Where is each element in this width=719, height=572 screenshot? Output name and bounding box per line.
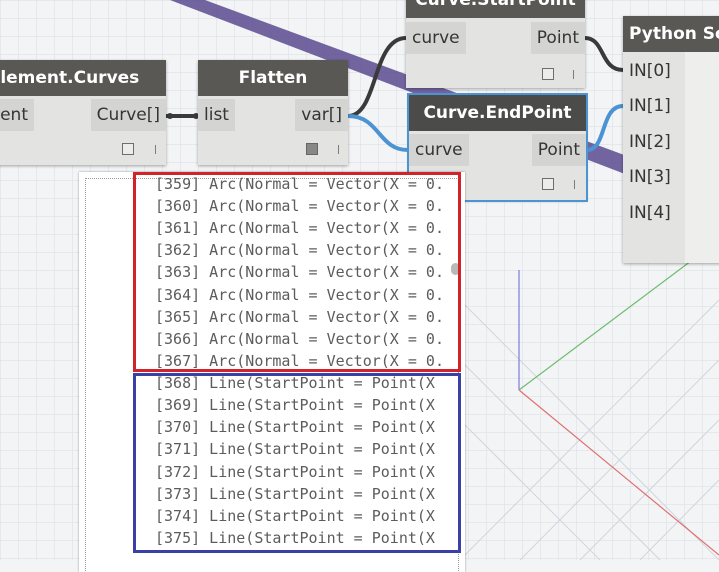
preview-toggle-icon[interactable] (542, 178, 554, 190)
input-port-in-2[interactable]: IN[2] (625, 127, 685, 157)
node-flatten[interactable]: Flatten list var[] (198, 60, 348, 165)
output-port-point[interactable]: Point (531, 134, 586, 166)
input-port-in-3[interactable]: IN[3] (625, 162, 685, 192)
preview-toggle-icon[interactable] (306, 143, 318, 155)
node-title: Flatten (198, 60, 348, 96)
red-highlight-box (133, 172, 461, 372)
lacing-icon[interactable] (155, 145, 156, 154)
lacing-icon[interactable] (573, 70, 574, 79)
node-title: Python Script (623, 16, 719, 52)
input-port-in-4[interactable]: IN[4] (625, 198, 685, 228)
output-port-point[interactable]: Point (530, 22, 585, 54)
node-python-script[interactable]: Python Script IN[0] IN[1] IN[2] IN[3] IN… (623, 16, 719, 263)
node-title: Curve.StartPoint (406, 0, 585, 18)
node-element-curves[interactable]: Element.Curves Element Curve[] (0, 60, 166, 165)
output-port-var-list[interactable]: var[] (295, 99, 348, 131)
input-port-list[interactable]: list (198, 99, 235, 131)
input-port-in-1[interactable]: IN[1] (625, 91, 685, 121)
preview-toggle-icon[interactable] (122, 143, 134, 155)
output-port-curve-list[interactable]: Curve[] (90, 99, 166, 131)
wire-end-dot (167, 113, 173, 119)
node-title: Element.Curves (0, 60, 166, 96)
input-port-curve[interactable]: curve (406, 22, 466, 54)
lacing-icon[interactable] (574, 180, 575, 189)
input-port-curve[interactable]: curve (409, 134, 469, 166)
input-port-element[interactable]: Element (0, 99, 34, 131)
lacing-icon[interactable] (338, 145, 339, 154)
input-port-in-0[interactable]: IN[0] (625, 56, 685, 86)
node-title: Curve.EndPoint (409, 95, 586, 131)
blue-highlight-box (133, 373, 461, 553)
preview-toggle-icon[interactable] (542, 68, 554, 80)
node-curve-startpoint[interactable]: Curve.StartPoint curve Point (406, 0, 585, 88)
